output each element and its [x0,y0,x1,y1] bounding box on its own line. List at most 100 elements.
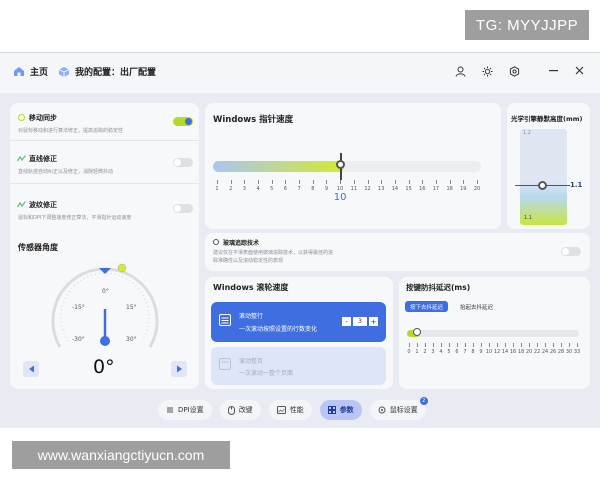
sun-icon[interactable] [482,66,493,77]
debounce-tick-mark [457,343,458,347]
scroll-page-option[interactable]: 滚动整页 一次滚动一整个页面 [211,347,386,385]
debounce-tick-mark [409,343,410,347]
nav-performance[interactable]: 性能 [268,400,312,420]
debounce-tick-mark [537,343,538,347]
lod-bar[interactable] [520,129,567,225]
pointer-tick-label: 17 [432,186,440,192]
pointer-tick-mark [381,180,383,184]
debounce-tick-label: 6 [455,349,459,355]
pointer-tick-label: 9 [324,186,329,192]
config-selector[interactable]: 我的配置：出厂配置 [58,65,156,78]
divider [10,183,199,184]
glass-toggle[interactable] [561,247,581,256]
pointer-speed-track[interactable] [213,153,481,180]
nav-mouse-settings[interactable]: 鼠标设置 2 [369,397,428,420]
debounce-tick-label: 7 [463,349,467,355]
pointer-tick-mark [435,180,437,184]
glass-desc: 建议仅在平滑表面使用玻璃追踪技术，以获得最佳的追踪准确性以及滚动稳定性的表现 [213,250,334,264]
debounce-tick-label: 28 [557,349,565,355]
angle-increase-button[interactable] [171,361,187,377]
sync-toggle[interactable] [173,117,193,126]
stepper-plus-button[interactable]: + [369,317,378,326]
settings-icon [378,406,386,414]
debounce-tick-mark [561,343,562,347]
scroll-line-option[interactable]: 滚动整行 一次滚动按照设置的行数变化 - 3 + [211,302,386,342]
stepper-minus-button[interactable]: - [342,317,351,326]
pointer-tick-mark [477,180,478,184]
debounce-title: 按键防抖延迟(ms) [406,283,471,292]
tg-watermark: TG: MYYJJPP [465,10,589,40]
lod-bottom-tick: 1.1 [524,215,532,221]
debounce-tick-mark [449,343,450,347]
debounce-tick-label: 1 [415,349,419,355]
feature-item-angle-snap: 直线修正 直线轨迹自动纠正以及修正，消除轻微抖动 [10,143,199,183]
lod-title: 光学引擎静默高度(mm) [511,115,583,123]
nav-dpi[interactable]: DPI设置 [158,400,212,420]
pointer-tick-mark [258,180,260,184]
scroll-page-title: 滚动整页 [239,358,264,365]
pointer-tick-mark [271,180,273,184]
minimize-icon[interactable] [549,70,558,72]
debounce-tick-label: 16 [509,349,517,355]
debounce-tick-label: 24 [541,349,549,355]
user-icon[interactable] [455,66,466,77]
angle-decrease-button[interactable] [23,361,39,377]
pointer-tick-label: 14 [391,186,399,192]
press-debounce-tab[interactable]: 按下去抖延迟 [405,301,449,312]
app-window: 主页 我的配置：出厂配置 移动同步 对鼠标移动和进行算法修正，提高追踪的稳定性 … [0,52,600,466]
pointer-tick-mark [394,180,396,184]
pointer-tick-mark [244,180,246,184]
pointer-tick-mark [217,180,218,184]
debounce-tick-label: 3 [431,349,435,355]
debounce-tick-label: 12 [493,349,501,355]
pointer-tick-label: 7 [297,186,301,192]
glass-icon [213,239,219,245]
stepper-value[interactable]: 3 [353,317,367,326]
bottom-nav: DPI设置 改键 性能 参数 鼠标设置 2 [158,397,438,421]
pointer-tick-mark [340,180,342,184]
settings-icon[interactable] [509,66,520,77]
home-icon [13,66,25,77]
nav-params[interactable]: 参数 [319,400,362,420]
pointer-speed-title: Windows 指针速度 [213,115,294,125]
config-label: 我的配置：出厂配置 [75,68,157,78]
angle-snap-toggle[interactable] [173,158,193,167]
pointer-tick-label: 6 [283,186,287,192]
pointer-tick-label: 3 [242,186,246,192]
zigzag-icon [17,154,26,163]
ripple-toggle[interactable] [173,204,193,213]
feature-item-ripple: 波纹修正 鼠标和DPI下调整速度修正算法，平滑指针运动速度 [10,189,199,229]
debounce-tick-mark [497,343,498,347]
pointer-tick-mark [285,180,287,184]
debounce-tick-label: 26 [549,349,557,355]
pointer-tick-label: 15 [405,186,412,192]
debounce-handle[interactable] [413,328,421,336]
nav-keys[interactable]: 改键 [219,400,261,420]
feature-title: 波纹修正 [29,201,57,209]
list-icon [219,314,231,326]
lod-handle[interactable] [538,181,547,190]
scroll-speed-title: Windows 滚轮速度 [213,283,289,292]
debounce-card: 按键防抖延迟(ms) 按下去抖延迟 抬起去抖延迟 0 1 2 3 4 5 6 7 8 9 10 12 1… [399,277,590,389]
debounce-track[interactable] [407,328,579,337]
angle-label-30: 30° [126,336,137,343]
debounce-tick-mark [529,343,530,347]
close-icon[interactable] [575,66,584,75]
debounce-tick-mark [465,343,466,347]
release-debounce-tab[interactable]: 抬起去抖延迟 [457,301,496,312]
debounce-tick-label: 5 [447,349,451,355]
pointer-tick-label: 12 [364,186,371,192]
angle-dial[interactable] [46,257,164,361]
glass-title: 玻璃追踪技术 [223,240,260,247]
debounce-tick-label: 10 [485,349,493,355]
scroll-lines-stepper: - 3 + [342,317,378,326]
url-watermark: www.wanxiangctiyucn.com [12,441,230,469]
pointer-tick-mark [422,180,424,184]
home-tab[interactable]: 主页 [13,65,48,78]
pointer-speed-handle[interactable] [336,160,346,169]
debounce-tick-mark [505,343,506,347]
pointer-tick-label: 1 [215,186,219,192]
dpi-icon [167,407,173,413]
angle-label-neg30: -30° [72,336,85,343]
pointer-tick-label: 20 [473,186,481,192]
